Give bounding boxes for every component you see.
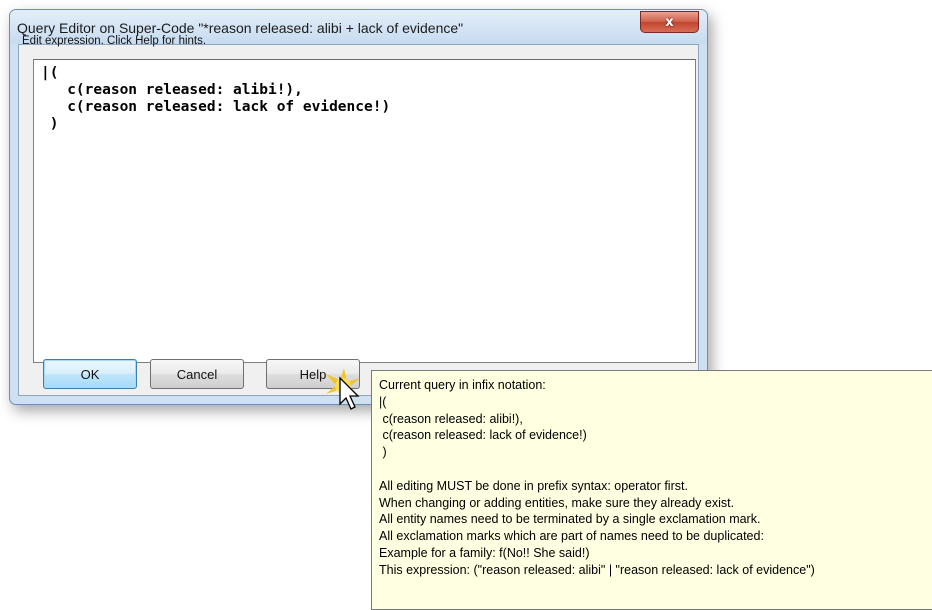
ok-button[interactable]: OK <box>43 359 137 389</box>
tooltip-line: This expression: ("reason released: alib… <box>379 562 815 577</box>
mouse-pointer-icon <box>326 368 360 410</box>
tooltip-line: All editing MUST be done in prefix synta… <box>379 478 688 493</box>
close-button[interactable]: x <box>640 11 699 33</box>
tooltip-line <box>379 461 932 478</box>
help-tooltip: Current query in infix notation: |( c(re… <box>371 370 932 610</box>
tooltip-line: All entity names need to be terminated b… <box>379 512 761 527</box>
expression-editor[interactable]: |( c(reason released: alibi!), c(reason … <box>33 59 696 363</box>
tooltip-line: c(reason released: lack of evidence!) <box>379 428 587 443</box>
window-title: Query Editor on Super-Code "*reason rele… <box>17 20 464 36</box>
tooltip-line: Example for a family: f(No!! She said!) <box>379 545 590 560</box>
query-editor-dialog: Query Editor on Super-Code "*reason rele… <box>9 9 708 405</box>
tooltip-line: When changing or adding entities, make s… <box>379 495 735 510</box>
close-icon: x <box>665 14 674 30</box>
tooltip-line: Current query in infix notation: <box>379 378 546 392</box>
tooltip-line: c(reason released: alibi!), <box>379 411 523 426</box>
cancel-button[interactable]: Cancel <box>150 359 244 389</box>
tooltip-line: ) <box>379 445 387 460</box>
expression-text[interactable]: |( c(reason released: alibi!), c(reason … <box>41 65 390 133</box>
tooltip-line: |( <box>379 394 387 409</box>
instruction-label: Edit expression. Click Help for hints. <box>22 35 207 47</box>
tooltip-line: All exclamation marks which are part of … <box>379 529 764 544</box>
